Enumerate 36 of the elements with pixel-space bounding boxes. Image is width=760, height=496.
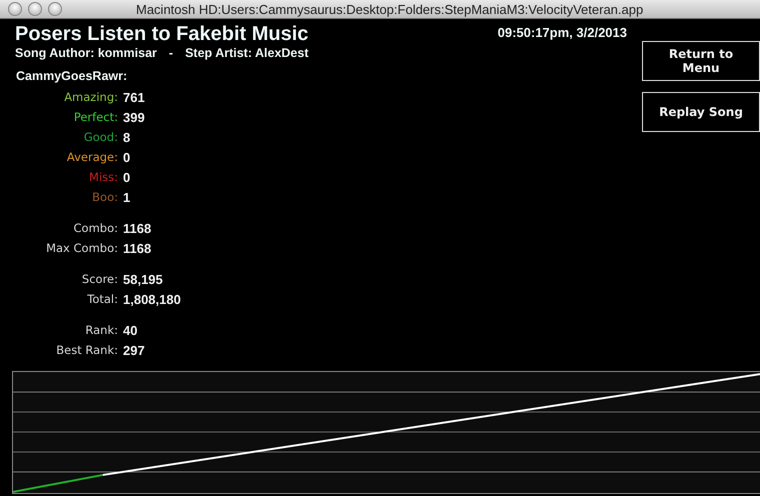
stat-value: 1168 [123,220,152,236]
stat-label: Best Rank: [55,343,118,357]
stat-value: 399 [123,110,145,124]
player-name: CammyGoesRawr: [15,69,128,83]
menu-button[interactable]: Return to Menu [642,41,760,81]
step-artist: Step Artist: AlexDest [185,46,309,60]
stat-value: 40 [123,322,138,338]
stat-value: 0 [123,150,130,164]
stat-label: Boo: [91,190,118,204]
window-control-button[interactable] [8,2,22,16]
stat-value: 1168 [123,240,152,256]
stat-label: Miss: [88,170,118,184]
window-control-button[interactable] [28,2,42,16]
stat-label: Good: [82,130,118,144]
stat-value: 1 [123,190,130,204]
stat-value: 297 [123,342,145,358]
stat-label: Score: [80,272,118,286]
menu-button[interactable]: Replay Song [642,92,760,132]
stat-value: 761 [123,90,145,104]
stat-label: Average: [66,150,118,164]
stat-label: Max Combo: [45,241,118,255]
song-title: Posers Listen to Fakebit Music [14,23,310,46]
stat-label: Combo: [72,221,118,235]
stat-value: 8 [123,130,130,144]
song-author: Song Author: kommisar [15,46,157,60]
stat-label: Amazing: [63,90,118,104]
window-control-button[interactable] [48,2,62,16]
stat-value: 1,808,180 [123,292,181,306]
stat-label: Rank: [84,323,118,337]
separator: - [168,46,174,60]
stat-label: Total: [86,292,118,306]
stat-value: 0 [123,170,130,184]
stat-value: 58,195 [123,272,163,286]
stat-label: Perfect: [72,110,118,124]
window-title: Macintosh HD:Users:Cammysaurus:Desktop:Folders:StepManiaM3:VelocityVeteran.app [136,2,644,16]
timestamp: 09:50:17pm, 3/2/2013 [496,25,627,42]
